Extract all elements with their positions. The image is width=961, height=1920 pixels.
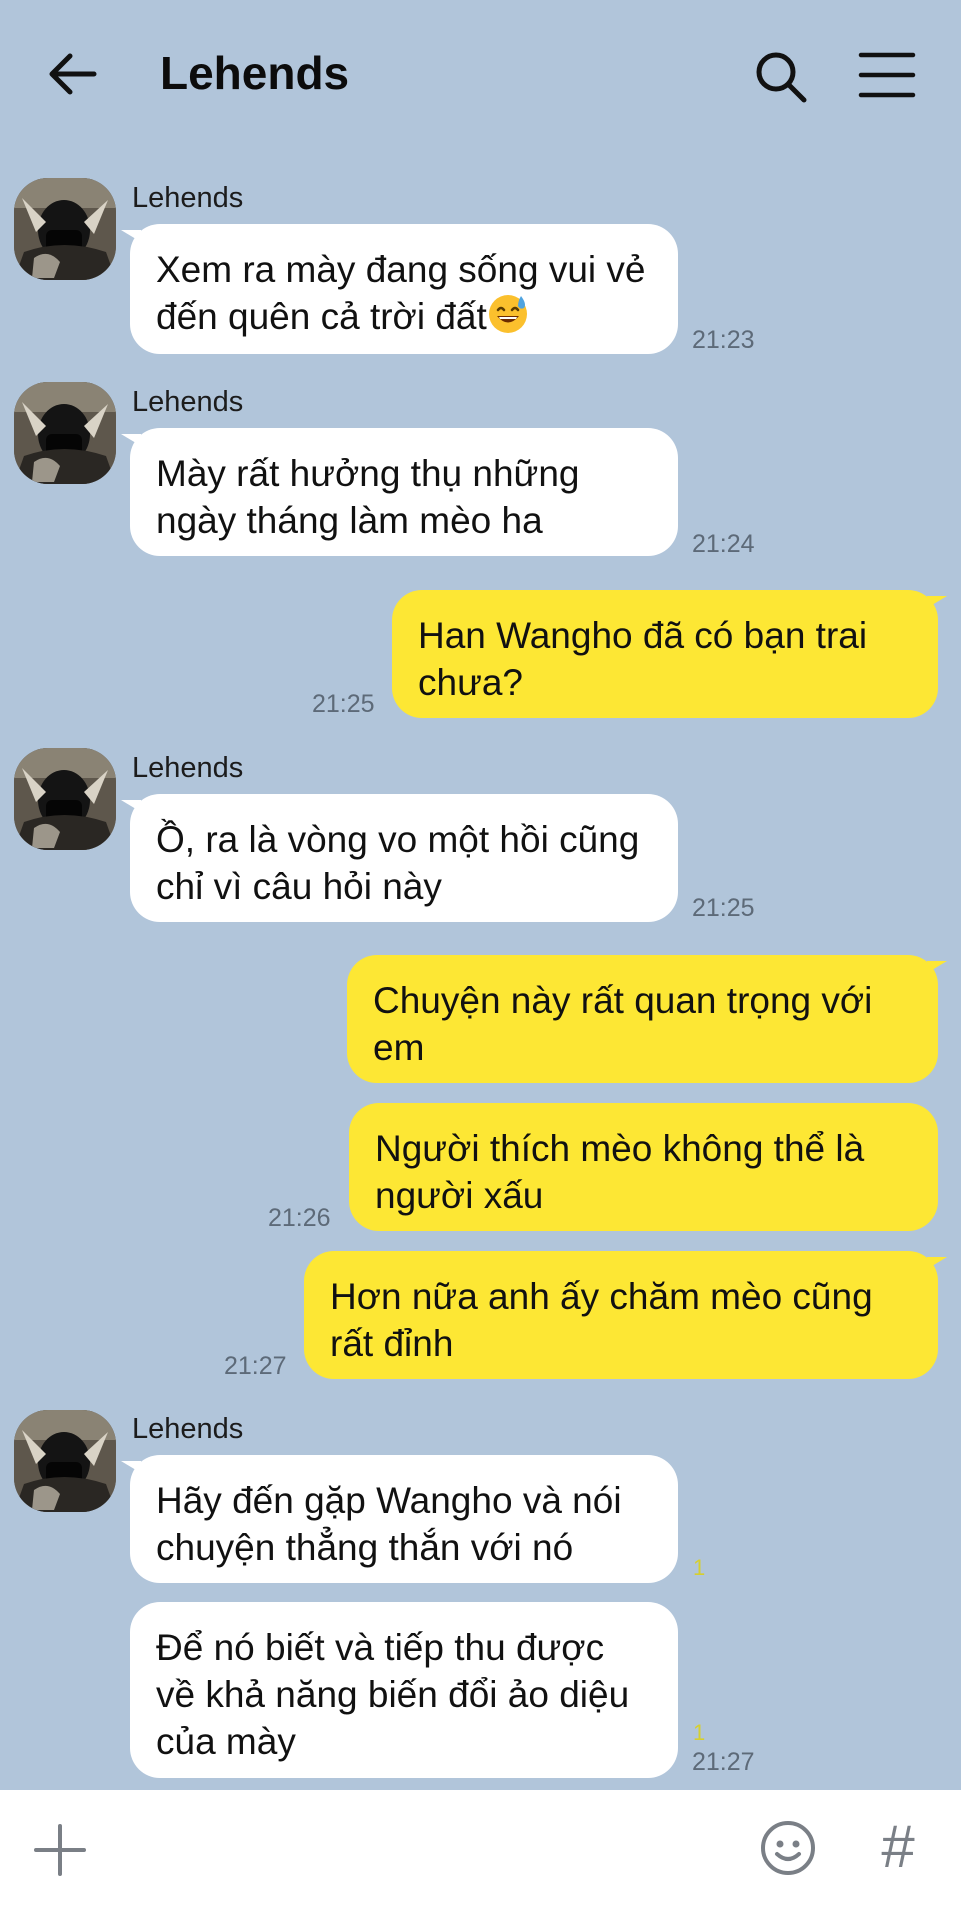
menu-button[interactable] xyxy=(858,50,916,100)
input-bar: # xyxy=(0,1790,961,1920)
chat-title: Lehends xyxy=(160,47,350,99)
chat-header: Lehends xyxy=(0,0,961,150)
message-text: Hãy đến gặp Wangho và nói chuyện thẳng t… xyxy=(156,1480,622,1568)
smiley-face-icon xyxy=(761,1821,815,1875)
incoming-message[interactable]: Xem ra mày đang sống vui vẻ đến quên cả … xyxy=(121,224,678,354)
message-text: Xem ra mày đang sống vui vẻ đến quên cả … xyxy=(156,249,646,337)
message-text: Người thích mèo không thể là người xấu xyxy=(375,1128,865,1216)
sender-name: Lehends xyxy=(132,386,244,418)
incoming-message[interactable]: Hãy đến gặp Wangho và nói chuyện thẳng t… xyxy=(121,1455,678,1583)
sender-name: Lehends xyxy=(132,1413,244,1445)
sender-avatar[interactable] xyxy=(14,382,116,484)
message-time: 21:26 xyxy=(268,1204,331,1232)
sender-avatar[interactable] xyxy=(14,748,116,850)
hamburger-menu-icon xyxy=(858,52,916,98)
message-text: Hơn nữa anh ấy chăm mèo cũng rất đỉnh xyxy=(330,1276,873,1364)
message-time: 21:25 xyxy=(312,690,375,718)
incoming-message[interactable]: Để nó biết và tiếp thu được về khả năng … xyxy=(130,1602,678,1778)
incoming-message[interactable]: Mày rất hưởng thụ những ngày tháng làm m… xyxy=(121,428,678,556)
outgoing-message[interactable]: Hơn nữa anh ấy chăm mèo cũng rất đỉnh xyxy=(304,1251,947,1379)
profile-photo xyxy=(14,748,116,850)
message-time: 21:24 xyxy=(692,530,755,558)
outgoing-message[interactable]: Người thích mèo không thể là người xấu xyxy=(349,1103,938,1231)
profile-photo xyxy=(14,382,116,484)
message-time: 21:25 xyxy=(692,894,755,922)
search-icon xyxy=(756,52,807,103)
hashtag-search-button[interactable]: # xyxy=(868,1814,928,1880)
emoticon-button[interactable] xyxy=(758,1818,818,1878)
message-time: 21:27 xyxy=(692,1748,755,1776)
sender-avatar[interactable] xyxy=(14,178,116,280)
profile-photo xyxy=(14,178,116,280)
sender-name: Lehends xyxy=(132,182,244,214)
attach-button[interactable] xyxy=(30,1820,90,1880)
outgoing-message[interactable]: Han Wangho đã có bạn trai chưa? xyxy=(392,590,947,718)
profile-photo xyxy=(14,1410,116,1512)
message-text: Để nó biết và tiếp thu được về khả năng … xyxy=(156,1627,630,1762)
message-text: Ồ, ra là vòng vo một hồi cũng chỉ vì câu… xyxy=(156,819,640,907)
message-text: Chuyện này rất quan trọng với em xyxy=(373,980,873,1068)
message-time: 21:23 xyxy=(692,326,755,354)
plus-icon xyxy=(34,1824,86,1876)
arrow-left-icon xyxy=(49,53,97,95)
message-time: 21:27 xyxy=(224,1352,287,1380)
unread-count: 1 xyxy=(693,1555,706,1580)
unread-count: 1 xyxy=(693,1720,706,1745)
sender-avatar[interactable] xyxy=(14,1410,116,1512)
sweat-smile-emoji xyxy=(488,295,527,333)
message-text: Han Wangho đã có bạn trai chưa? xyxy=(418,615,868,703)
search-button[interactable] xyxy=(752,48,812,108)
message-text: Mày rất hưởng thụ những ngày tháng làm m… xyxy=(156,453,580,541)
sender-name: Lehends xyxy=(132,752,244,784)
back-button[interactable] xyxy=(44,44,104,104)
outgoing-message[interactable]: Chuyện này rất quan trọng với em xyxy=(347,955,947,1083)
incoming-message[interactable]: Ồ, ra là vòng vo một hồi cũng chỉ vì câu… xyxy=(121,794,678,922)
